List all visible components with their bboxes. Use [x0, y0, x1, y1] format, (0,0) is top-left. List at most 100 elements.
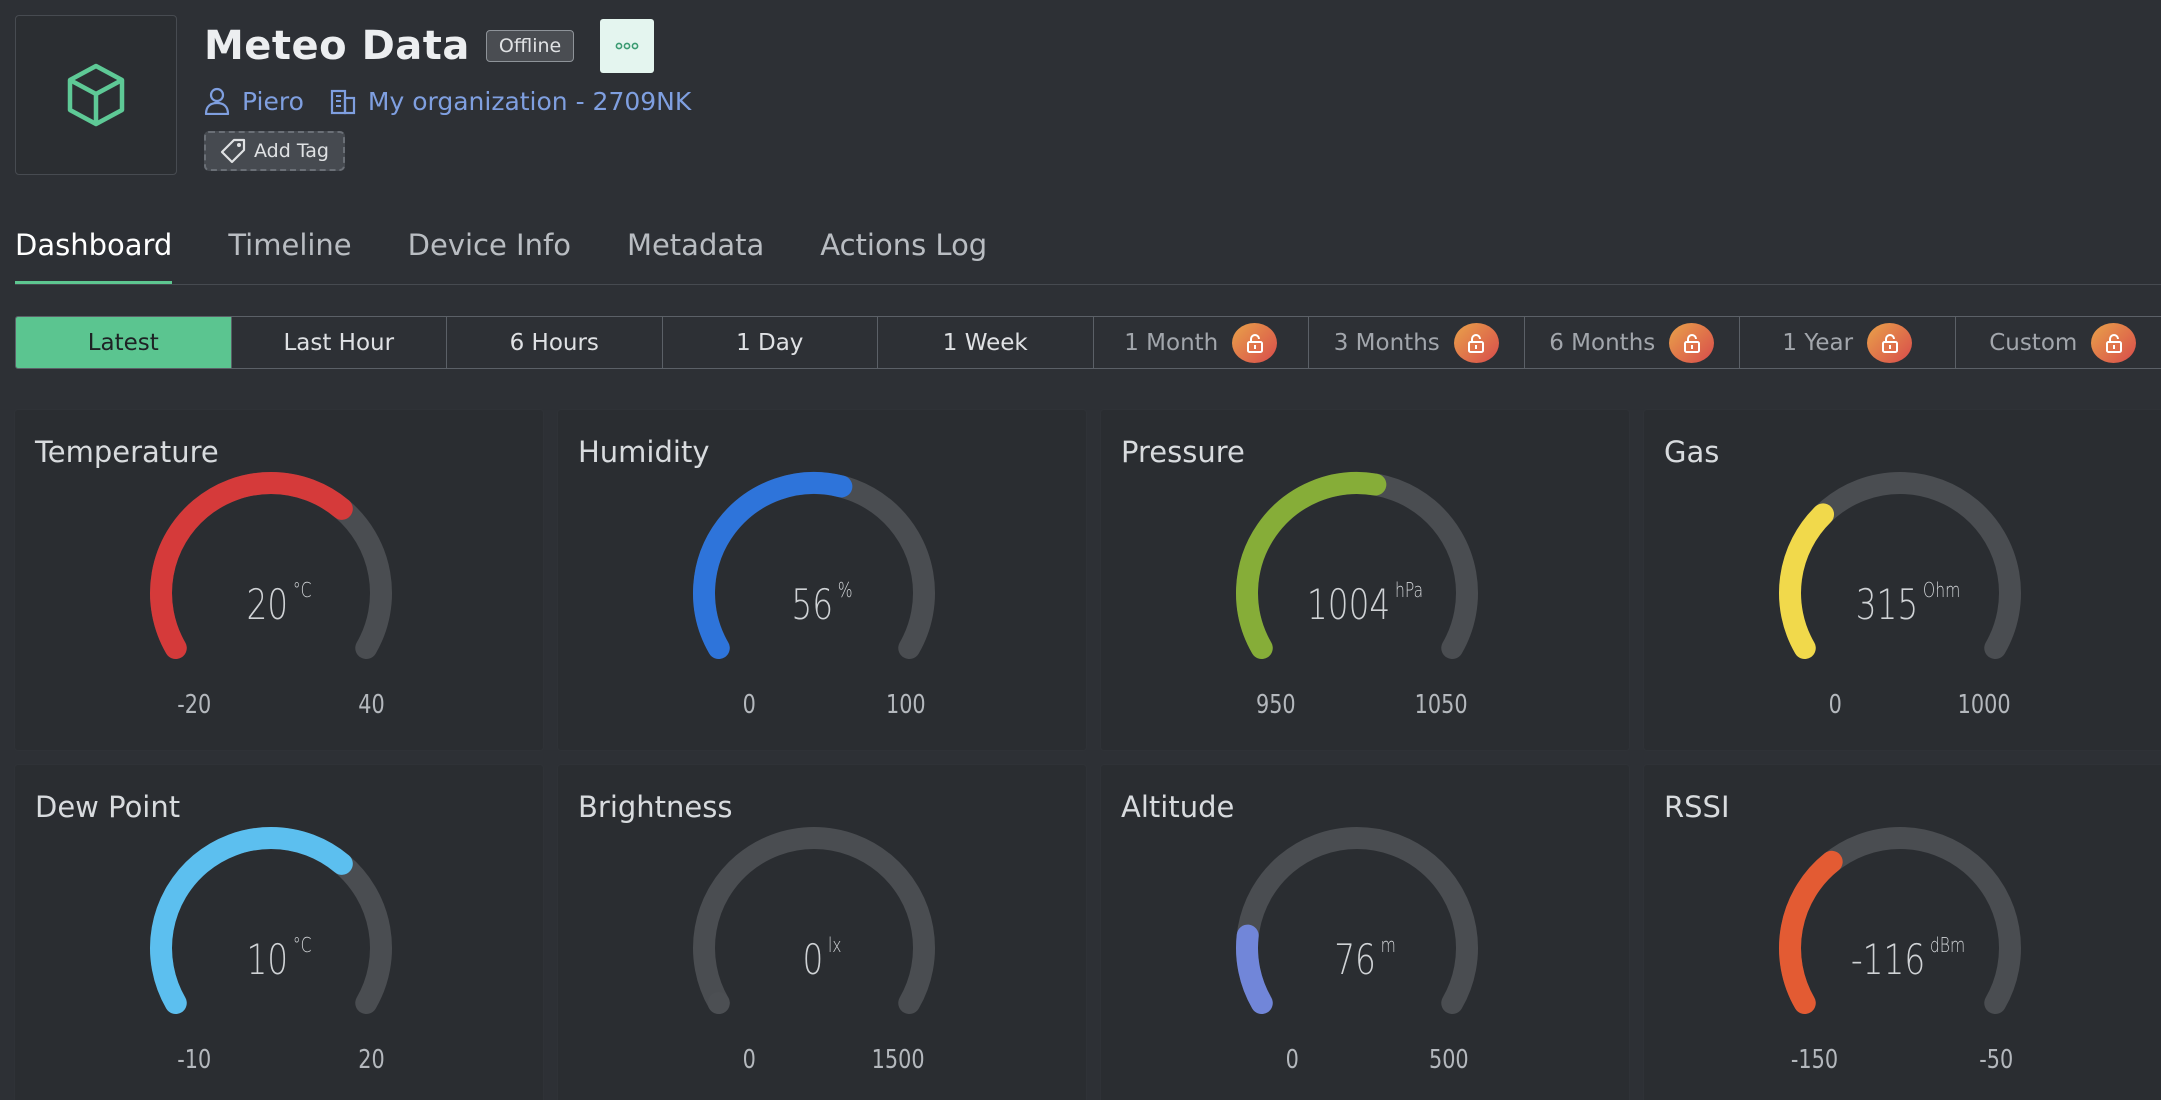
lock-icon [1867, 322, 1913, 363]
range-label: 1 Month [1124, 329, 1219, 356]
gauge-card-rssi: RSSI -116 dBm -150 -50 [1644, 765, 2161, 1100]
range-1-week-button[interactable]: 1 Week [878, 317, 1094, 368]
cube-icon [67, 63, 125, 127]
user-icon [204, 87, 230, 115]
tag-icon [220, 138, 246, 164]
gauge-value: 1004 hPa [1159, 578, 1571, 629]
tab-device-info[interactable]: Device Info [408, 220, 571, 284]
gauge-unit: dBm [1929, 933, 1966, 957]
gauge-max-label: 500 [1429, 1045, 1470, 1075]
gauge-max-label: -50 [1978, 1045, 2013, 1075]
lock-icon [2091, 322, 2137, 363]
gauge-dial [1779, 827, 2021, 1014]
gauge-card-altitude: Altitude 76 m 0 500 [1101, 765, 1629, 1100]
gauge-card-dew-point: Dew Point 10 °C -10 20 [15, 765, 543, 1100]
range-label: 3 Months [1333, 329, 1440, 356]
organization-link[interactable]: My organization - 2709NK [330, 87, 691, 116]
device-title: Meteo Data [204, 23, 470, 69]
gauge-value: -116 dBm [1702, 933, 2114, 984]
gauge-value: 20 °C [73, 578, 485, 629]
gauge-min-label: -150 [1790, 1045, 1839, 1075]
owner-link[interactable]: Piero [204, 87, 304, 116]
lock-icon [1232, 322, 1278, 363]
range-label: 6 Hours [509, 329, 599, 356]
gauge-min-label: -10 [176, 1045, 211, 1075]
range-label: 6 Months [1549, 329, 1656, 356]
gauge-max-label: 20 [358, 1045, 385, 1075]
range-latest-button[interactable]: Latest [16, 317, 232, 368]
gauge-value: 315 Ohm [1702, 578, 2114, 629]
device-avatar [15, 15, 177, 175]
tab-metadata[interactable]: Metadata [627, 220, 764, 284]
gauge-dial [150, 827, 392, 1014]
building-icon [330, 89, 355, 115]
range-1-day-button[interactable]: 1 Day [663, 317, 878, 368]
gauge-min-label: -20 [176, 690, 211, 720]
gauge-unit: °C [292, 933, 312, 957]
range-label: Last Hour [283, 329, 395, 356]
gauge-min-label: 950 [1256, 690, 1297, 720]
time-range-selector: Latest Last Hour 6 Hours 1 Day 1 Week 1 Month… [15, 316, 2161, 369]
gauge-min-label: 0 [743, 1045, 757, 1075]
range-last-hour-button[interactable]: Last Hour [232, 317, 447, 368]
tab-timeline[interactable]: Timeline [228, 220, 351, 284]
tab-dashboard[interactable]: Dashboard [15, 220, 173, 284]
gauge-card-brightness: Brightness 0 lx 0 1500 [558, 765, 1086, 1100]
gauge-value-number: 10 [246, 935, 289, 984]
gauge-dial [693, 827, 935, 1014]
gauge-value: 0 lx [616, 933, 1028, 984]
lock-icon [1669, 322, 1715, 363]
gauge-value-number: 0 [802, 935, 824, 984]
add-tag-button[interactable]: Add Tag [204, 131, 345, 171]
gauge-value: 76 m [1159, 933, 1571, 984]
range-6-months-button[interactable]: 6 Months [1525, 317, 1740, 368]
gauge-card-gas: Gas 315 Ohm 0 1000 [1644, 410, 2161, 750]
gauge-unit: m [1380, 933, 1396, 957]
range-label: 1 Day [736, 329, 804, 356]
gauge-max-label: 1500 [871, 1045, 925, 1075]
gauge-min-label: 0 [1286, 1045, 1300, 1075]
range-label: Latest [87, 329, 159, 356]
gauge-dial [1236, 827, 1478, 1014]
owner-name: Piero [242, 86, 304, 116]
gauge-value-number: 315 [1855, 580, 1919, 629]
gauge-unit: hPa [1394, 578, 1424, 602]
gauge-value-number: 20 [246, 580, 289, 629]
gauge-min-label: 0 [743, 690, 757, 720]
gauge-value-number: 1004 [1306, 580, 1391, 629]
range-label: Custom [1989, 329, 2078, 356]
gauge-max-label: 1050 [1414, 690, 1468, 720]
status-badge: Offline [485, 30, 575, 62]
device-tabs: Dashboard Timeline Device Info Metadata … [15, 220, 2161, 285]
gauge-unit: Ohm [1922, 578, 1961, 602]
gauge-max-label: 40 [358, 690, 385, 720]
gauge-value-number: 56 [791, 580, 834, 629]
organization-name: My organization - 2709NK [367, 86, 692, 116]
range-6-hours-button[interactable]: 6 Hours [447, 317, 663, 368]
range-label: 1 Week [942, 329, 1028, 356]
range-3-months-button[interactable]: 3 Months [1309, 317, 1525, 368]
gauge-card-temperature: Temperature 20 °C -20 40 [15, 410, 543, 750]
more-dots-icon [615, 42, 639, 50]
range-1-month-button[interactable]: 1 Month [1094, 317, 1309, 368]
gauge-max-label: 1000 [1957, 690, 2011, 720]
gauge-unit: °C [292, 578, 312, 602]
gauge-card-humidity: Humidity 56% 0 100 [558, 410, 1086, 750]
lock-icon [1453, 322, 1499, 363]
device-title-area: Meteo Data Offline Piero My organization… [204, 19, 1004, 171]
gauge-value-number: 76 [1334, 935, 1376, 984]
range-label: 1 Year [1782, 329, 1854, 356]
gauge-value-number: -116 [1850, 935, 1926, 984]
add-tag-label: Add Tag [254, 140, 329, 162]
gauge-min-label: 0 [1829, 690, 1843, 720]
gauge-card-pressure: Pressure 1004 hPa 950 1050 [1101, 410, 1629, 750]
more-options-button[interactable] [600, 19, 655, 73]
tab-actions-log[interactable]: Actions Log [820, 220, 987, 284]
gauge-unit: lx [827, 933, 842, 957]
range-1-year-button[interactable]: 1 Year [1740, 317, 1956, 368]
gauge-unit: % [837, 578, 853, 602]
range-custom-button[interactable]: Custom [1956, 317, 2161, 368]
gauge-max-label: 100 [886, 690, 927, 720]
gauge-value: 10 °C [73, 933, 485, 984]
gauge-value: 56% [616, 578, 1028, 629]
